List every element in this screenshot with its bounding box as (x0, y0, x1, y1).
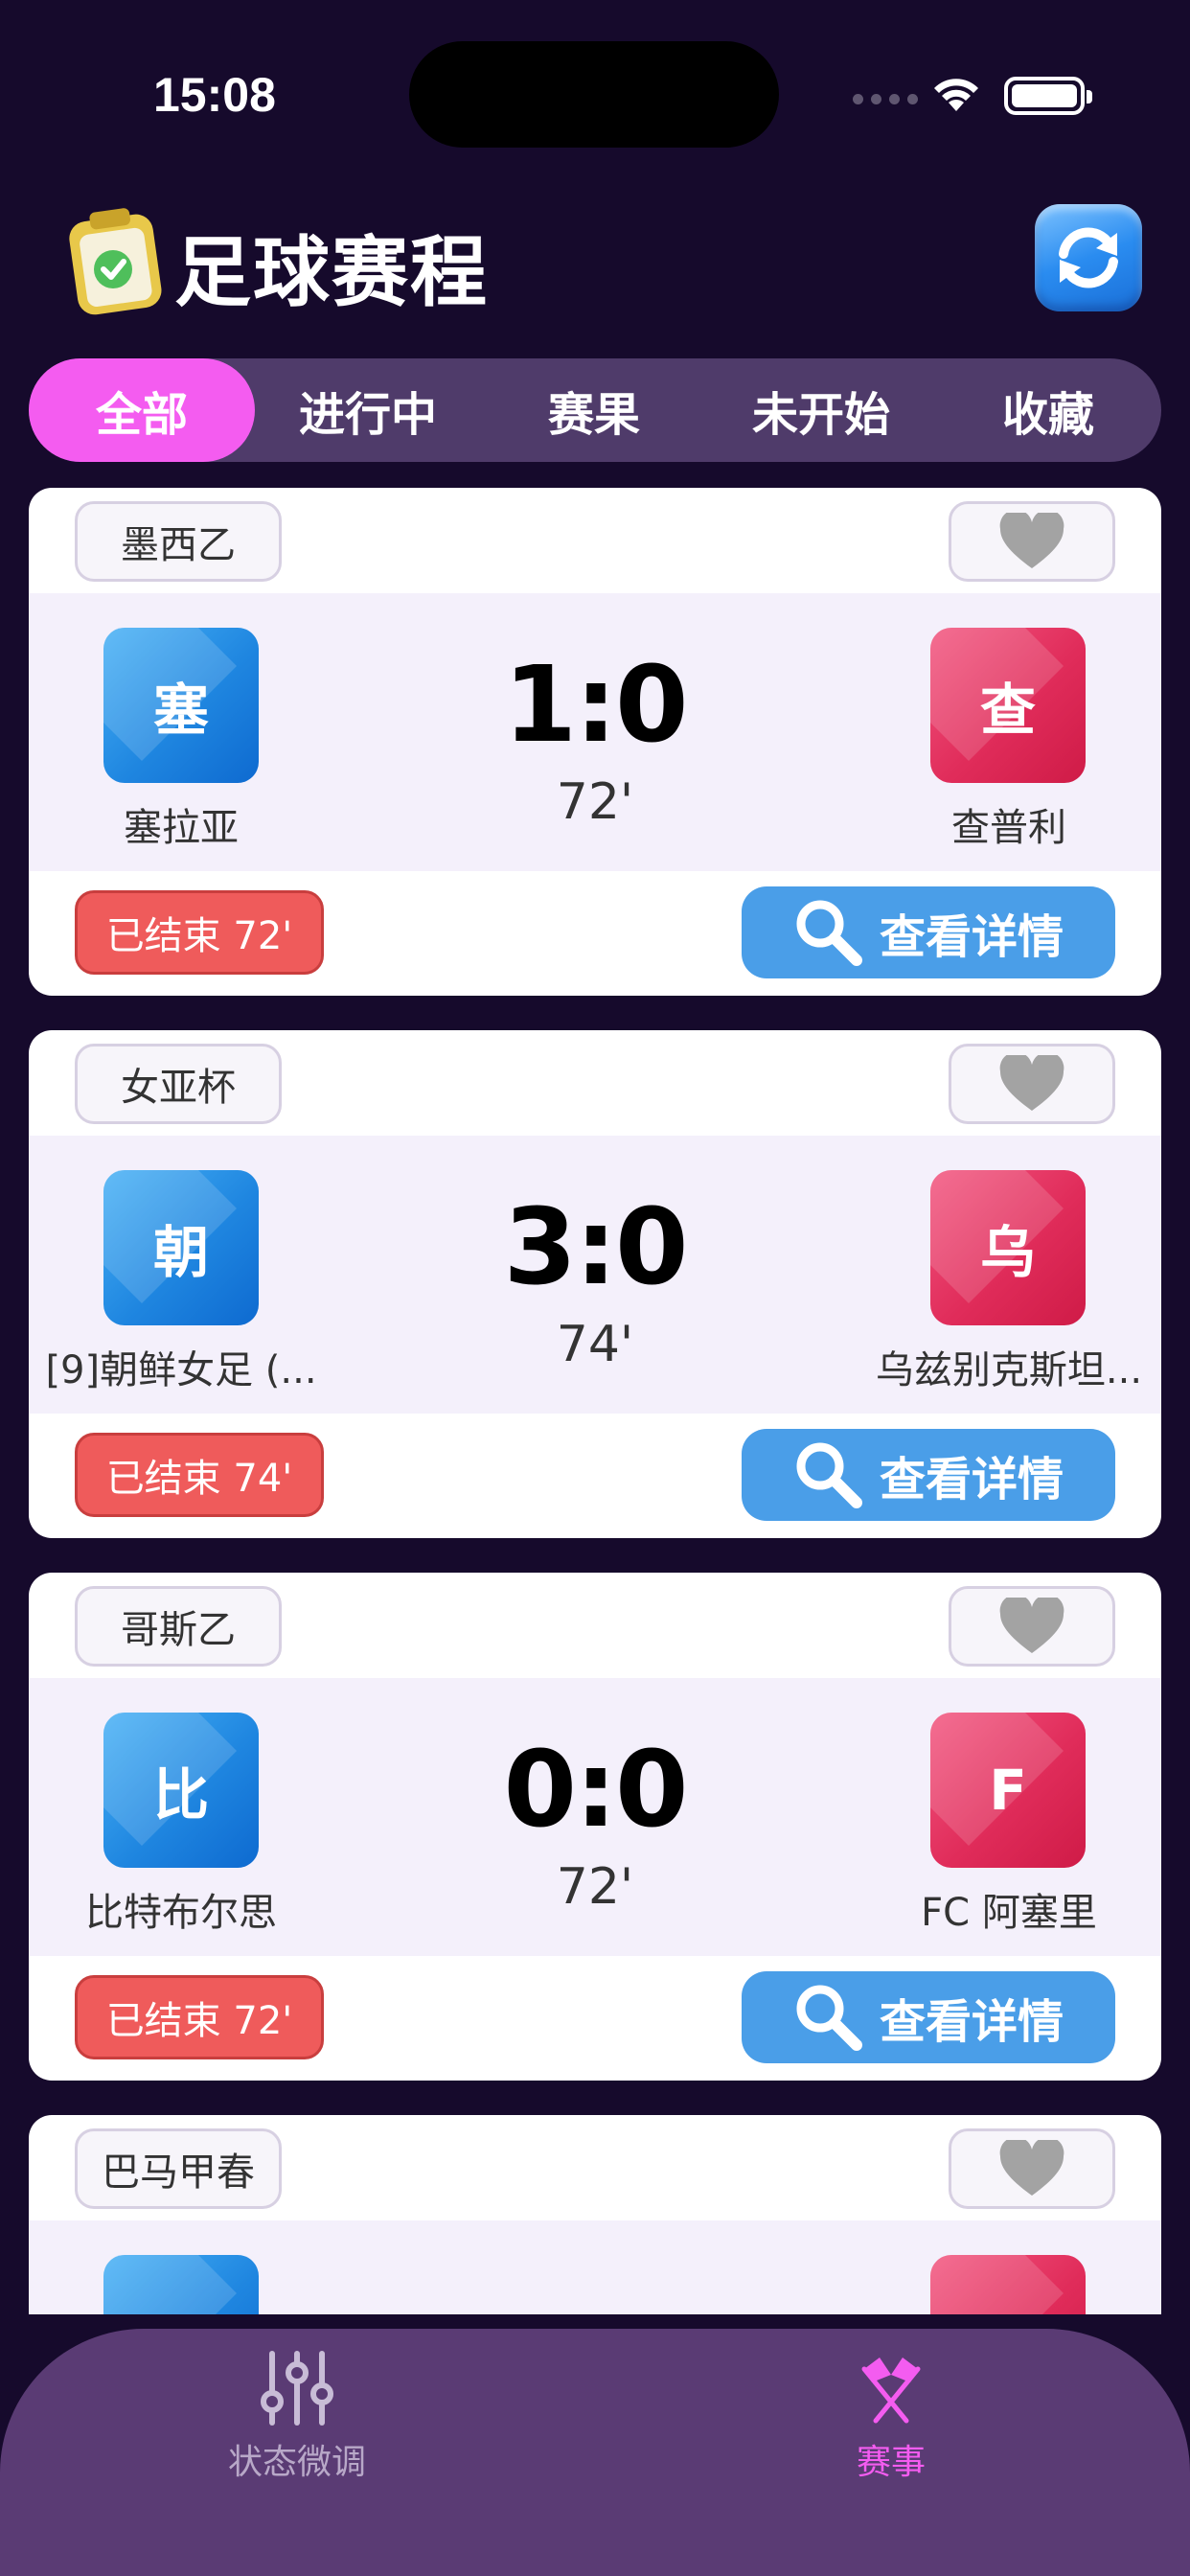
view-details-button[interactable]: 查看详情 (742, 1971, 1115, 2063)
match-card: 女亚杯 朝 [9]朝鲜女足 (... 3:0 74' 乌 乌兹别克斯坦... 已… (29, 1030, 1161, 1538)
heart-icon (999, 1598, 1064, 1653)
status-badge: 已结束 72' (75, 1975, 324, 2059)
favorite-button[interactable] (949, 2128, 1115, 2209)
view-details-label: 查看详情 (879, 1453, 1064, 1506)
view-details-label: 查看详情 (879, 910, 1064, 964)
flags-icon (861, 2358, 921, 2424)
favorite-button[interactable] (949, 501, 1115, 582)
league-tag: 女亚杯 (75, 1044, 282, 1124)
match-score: 0:0 (503, 1728, 688, 1851)
view-details-button[interactable]: 查看详情 (742, 886, 1115, 978)
match-area: 塞 塞拉亚 1:0 72' 查 查普利 (29, 593, 1161, 871)
away-team-badge: F (930, 1713, 1086, 1868)
favorite-button[interactable] (949, 1044, 1115, 1124)
away-team-name: 查普利 (951, 806, 1066, 850)
nav-label: 状态微调 (227, 2443, 366, 2482)
sliders-icon (261, 2351, 333, 2426)
bottom-tab-bar: 状态微调 赛事 (0, 2329, 1190, 2576)
away-team-badge: 查 (930, 628, 1086, 783)
away-team-name: 乌兹别克斯坦... (875, 1348, 1143, 1392)
match-card: 墨西乙 塞 塞拉亚 1:0 72' 查 查普利 已结束 72' 查看详情 (29, 488, 1161, 996)
away-team-badge (930, 2255, 1086, 2314)
league-tag: 巴马甲春 (75, 2128, 282, 2209)
home-team-name: 塞拉亚 (124, 806, 239, 850)
home-team-name: [9]朝鲜女足 (... (45, 1348, 317, 1392)
home-team-badge: 朝 (103, 1170, 259, 1325)
match-minute: 72' (556, 773, 634, 831)
match-list: 墨西乙 塞 塞拉亚 1:0 72' 查 查普利 已结束 72' 查看详情 女亚杯… (0, 0, 1190, 2314)
match-card: 巴马甲春 (29, 2115, 1161, 2314)
magnifier-icon (796, 1985, 862, 2051)
magnifier-icon (796, 900, 862, 966)
status-badge: 已结束 74' (75, 1433, 324, 1517)
magnifier-icon (796, 1442, 862, 1508)
heart-icon (999, 2140, 1064, 2196)
heart-icon (999, 513, 1064, 568)
view-details-label: 查看详情 (879, 1995, 1064, 2049)
view-details-button[interactable]: 查看详情 (742, 1429, 1115, 1521)
favorite-button[interactable] (949, 1586, 1115, 1667)
nav-item-matches[interactable]: 赛事 (747, 2348, 1035, 2484)
match-area (29, 2220, 1161, 2314)
match-minute: 72' (556, 1858, 634, 1916)
nav-item-status-tuning[interactable]: 状态微调 (153, 2348, 441, 2484)
heart-icon (999, 1055, 1064, 1111)
match-area: 比 比特布尔思 0:0 72' F FC 阿塞里 (29, 1678, 1161, 1956)
match-card: 哥斯乙 比 比特布尔思 0:0 72' F FC 阿塞里 已结束 72' 查看详… (29, 1573, 1161, 2081)
home-team-badge (103, 2255, 259, 2314)
home-team-badge: 比 (103, 1713, 259, 1868)
match-area: 朝 [9]朝鲜女足 (... 3:0 74' 乌 乌兹别克斯坦... (29, 1136, 1161, 1414)
away-team-name: FC 阿塞里 (921, 1891, 1097, 1935)
home-team-name: 比特布尔思 (85, 1891, 277, 1935)
home-team-badge: 塞 (103, 628, 259, 783)
league-tag: 哥斯乙 (75, 1586, 282, 1667)
nav-label: 赛事 (856, 2443, 926, 2482)
league-tag: 墨西乙 (75, 501, 282, 582)
match-minute: 74' (556, 1316, 634, 1373)
away-team-badge: 乌 (930, 1170, 1086, 1325)
match-score: 1:0 (503, 643, 688, 766)
status-badge: 已结束 72' (75, 890, 324, 975)
match-score: 3:0 (503, 1185, 688, 1308)
